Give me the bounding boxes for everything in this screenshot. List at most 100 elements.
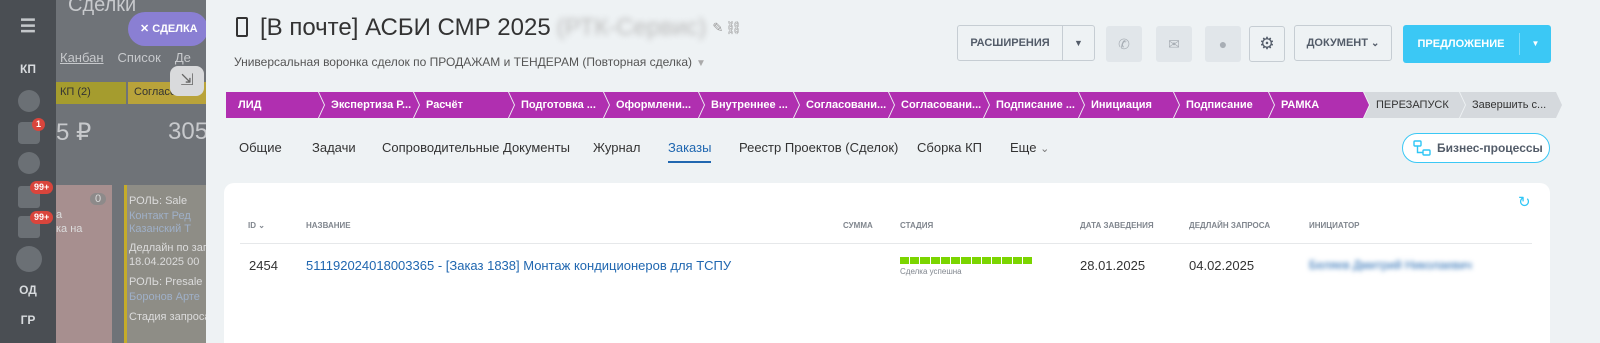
stage-progress-segment [1022,257,1033,264]
column-header-sum[interactable]: СУММА [843,221,873,230]
deal-slider: [В почте] АСБИ СМР 2025 (РТК-Сервис) ✎ ⛓ Ун… [206,0,1600,343]
tab-general[interactable]: Общие [239,140,282,155]
background-card-b: РОЛЬ: Sale Контакт Ред Казанский Т Дедла… [124,185,206,343]
background-card-line: РОЛЬ: Presale [129,276,203,288]
business-processes-label: Бизнес-процессы [1437,141,1543,155]
pipeline-label: Универсальная воронка сделок по ПРОДАЖАМ… [234,55,693,69]
row-name-link[interactable]: 511192024018003365 - [Заказ 1838] Монтаж… [306,258,731,273]
column-header-deadline[interactable]: ДЕДЛАЙН ЗАПРОСА [1189,221,1270,230]
proposal-button[interactable]: ПРЕДЛОЖЕНИЕ ▼ [1403,25,1551,63]
close-slider-button[interactable]: ✕ СДЕЛКА [128,12,208,46]
background-card-line: Стадия запроса [129,311,206,323]
chevron-down-icon: ▼ [1074,38,1083,48]
row-initiator-link[interactable]: Беляев Дмитрий Николаевич [1309,258,1472,272]
stage-label: ЛИД [238,99,262,111]
tab-more[interactable]: Еще ⌄ [1010,140,1049,155]
background-card-a: 0 а ка на [56,185,112,343]
background-card-line: РОЛЬ: Sale [129,195,188,207]
tab-orders[interactable]: Заказы [668,140,712,163]
mail-icon[interactable]: ✉ [1156,26,1192,62]
business-processes-button[interactable]: Бизнес-процессы [1402,133,1550,163]
stage-progress-segment [961,257,971,264]
tab-more-label: Еще [1010,140,1037,155]
stage-progress-segment [910,257,920,264]
view-kanban[interactable]: Канбан [60,50,104,65]
stage-label: Экспертиза Р... [331,99,412,111]
menu-icon[interactable]: ☰ [0,16,56,37]
document-button[interactable]: ДОКУМЕНТ ⌄ [1294,25,1392,61]
stage-item[interactable]: РАМКА [1269,92,1369,118]
tab-project-registry[interactable]: Реестр Проектов (Сделок) [739,140,898,155]
stage-item[interactable]: ПЕРЕЗАПУСК [1364,92,1465,118]
stage-item[interactable]: Оформлени... [604,92,704,118]
proposal-menu-button[interactable]: ▼ [1520,25,1551,63]
view-other[interactable]: Де [175,50,191,65]
stage-progress-segment [1012,257,1022,264]
rail-chat-badge: 1 [32,118,46,131]
column-header-initiator[interactable]: ИНИЦИАТОР [1309,221,1360,230]
rail-chart-icon[interactable] [18,90,40,112]
chevron-down-icon: ▼ [1531,39,1540,48]
pencil-icon[interactable]: ✎ [712,20,723,36]
tab-tasks[interactable]: Задачи [312,140,356,155]
phone-icon[interactable]: ✆ [1106,26,1142,62]
deal-title-hidden: (РТК-Сервис) [556,14,707,41]
column-header-stage[interactable]: СТАДИЯ [900,221,933,230]
row-deadline: 04.02.2025 [1189,258,1255,273]
stage-progress-segment [900,257,910,264]
stage-item[interactable]: Подписание ... [984,92,1084,118]
collapse-slider-icon[interactable]: ⇲ [170,66,204,96]
extensions-menu-button[interactable]: ▼ [1062,26,1094,60]
tab-documents[interactable]: Сопроводительные Документы [382,140,570,155]
rail-item-od[interactable]: ОД [0,283,56,297]
stage-label: РАМКА [1281,99,1320,111]
stage-progress-segment [971,257,981,264]
stage-item[interactable]: Согласовани... [889,92,989,118]
tab-kp-assembly[interactable]: Сборка КП [917,140,982,155]
gear-icon[interactable]: ⚙ [1249,26,1285,62]
grid-header-divider [240,243,1532,244]
background-view-switcher: Канбан Список Де [60,50,205,65]
view-list[interactable]: Список [118,50,161,65]
refresh-icon[interactable]: ↻ [1518,193,1531,211]
stage-item[interactable]: Расчёт [414,92,514,118]
rail-item-gr[interactable]: ГР [0,313,56,327]
link-icon[interactable]: ⛓ [725,20,742,36]
rail-tasks-badge: 99+ [30,181,54,194]
column-header-date-created[interactable]: ДАТА ЗАВЕДЕНИЯ [1080,221,1154,230]
stage-label: Подготовка ... [521,99,596,111]
stage-item[interactable]: Экспертиза Р... [319,92,419,118]
stage-item[interactable]: Подготовка ... [509,92,609,118]
tab-journal[interactable]: Журнал [593,140,640,155]
stage-progress-segment [940,257,951,264]
pipeline-selector[interactable]: Универсальная воронка сделок по ПРОДАЖАМ… [234,55,706,69]
background-card-line: Контакт Ред [129,210,191,222]
extensions-button[interactable]: РАСШИРЕНИЯ ▼ [957,25,1095,61]
column-header-label: ID [248,221,256,230]
stage-item[interactable]: ЛИД [226,92,324,118]
background-card-line: Дедлайн по запр [129,242,206,254]
background-card-line: Казанский Т [129,223,192,235]
row-stage-progress [900,257,1033,264]
column-header-name[interactable]: НАЗВАНИЕ [306,221,351,230]
rail-item-kp[interactable]: КП [0,62,56,76]
stage-item[interactable]: Внутреннее ... [699,92,799,118]
stage-label: Оформлени... [616,99,692,111]
background-page-title: Сделки [68,0,137,16]
deal-title-text: [В почте] АСБИ СМР 2025 [260,14,551,41]
rail-filter-icon[interactable] [16,246,42,272]
stage-item[interactable]: Инициация [1079,92,1179,118]
rail-contacts-icon[interactable] [18,152,40,174]
stage-progress-segment [1002,257,1012,264]
stage-item[interactable]: Согласовани... [794,92,894,118]
business-process-icon [1413,140,1431,156]
chevron-down-icon: ⌄ [1040,143,1050,155]
stage-item[interactable]: Подписание [1174,92,1274,118]
chat-icon[interactable]: ● [1205,26,1241,62]
stage-progress-segment [930,257,940,264]
stage-item[interactable]: Завершить с... [1460,92,1562,118]
background-card-line: 18.04.2025 00 [129,256,200,268]
background-stage-kp: КП (2) [56,82,126,104]
column-header-id[interactable]: ID ⌄ [248,221,265,230]
background-card-line: Боронов Арте [129,291,200,303]
